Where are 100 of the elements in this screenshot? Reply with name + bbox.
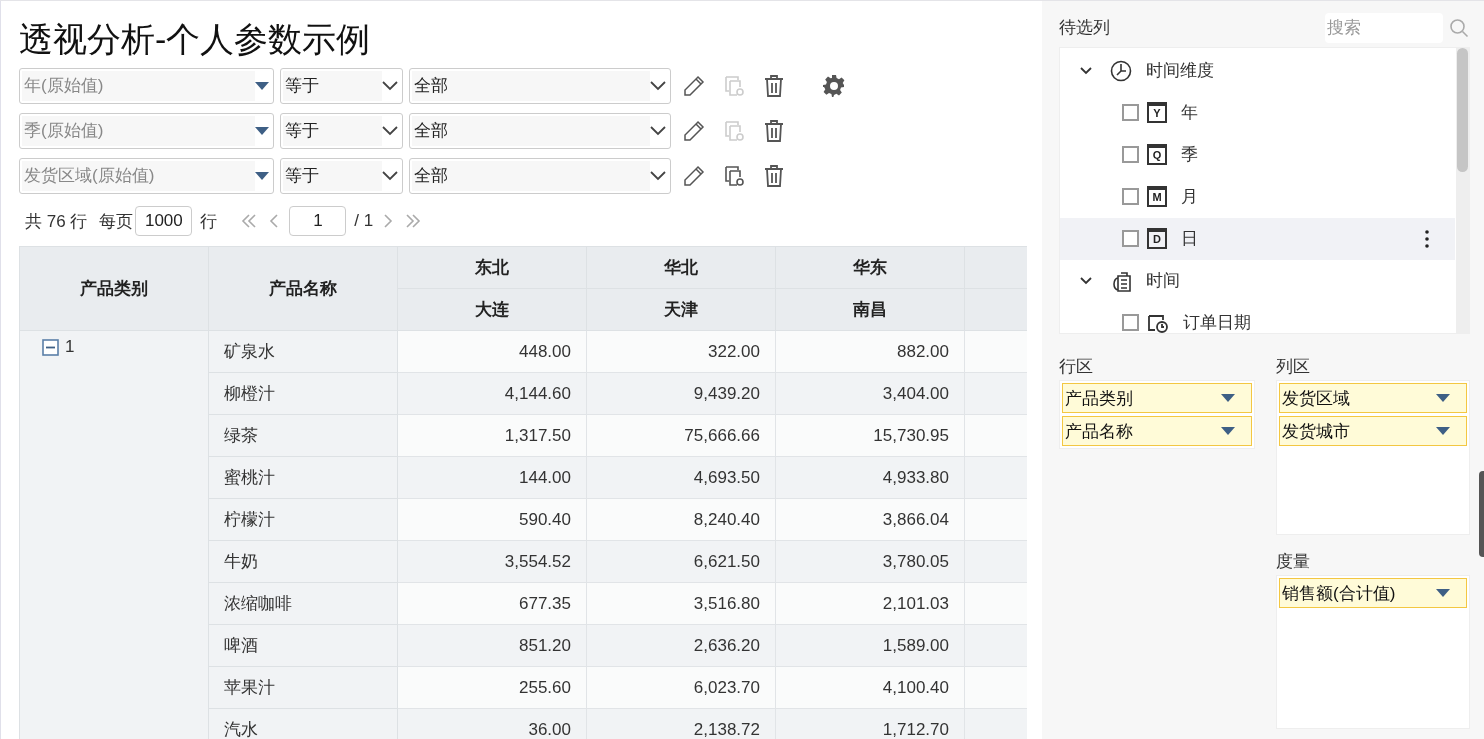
table-cell: 3,516.80 — [586, 582, 776, 625]
table-cell: 322.00 — [586, 330, 776, 373]
dropdown-arrow-icon — [255, 171, 269, 180]
side-handle[interactable] — [1479, 471, 1484, 557]
table-cell: 4,100.40 — [775, 666, 965, 709]
trash-icon — [763, 118, 785, 143]
dropdown-arrow-icon — [255, 81, 269, 90]
pencil-icon — [682, 73, 706, 98]
table-cell: 3,866.04 — [775, 498, 965, 541]
page-total-text: / 1 — [354, 211, 374, 231]
table-cell: 75,666.66 — [586, 414, 776, 457]
dropdown-arrow-icon — [255, 126, 269, 135]
table-cell: 6,621.50 — [586, 540, 776, 583]
pencil-icon — [682, 163, 706, 188]
table-cell: 牛奶 — [208, 540, 398, 583]
checkbox[interactable] — [1122, 104, 1139, 122]
page-title: 透视分析-个人参数示例 — [19, 19, 372, 59]
table-cell: 浓缩咖啡 — [208, 582, 398, 625]
operator-select[interactable]: 等于 — [280, 67, 403, 104]
chevron-icon — [1080, 66, 1092, 75]
table-cell: 448.00 — [397, 330, 587, 373]
table-cell: 15,730.95 — [775, 414, 965, 457]
tree-item[interactable]: D 日 — [1060, 217, 1455, 260]
chevron-down-icon — [382, 80, 398, 91]
trash-icon — [763, 163, 785, 188]
table-cell: 1 — [19, 330, 209, 739]
calendar-letter-icon: D — [1147, 228, 1167, 250]
tree-item[interactable]: Q 季 — [1060, 133, 1455, 176]
field-chip[interactable]: 销售额(合计值) — [1279, 578, 1467, 608]
column-header: 华东 — [775, 246, 965, 289]
chevron-down-icon — [650, 125, 666, 136]
table-cell: 蜜桃汁 — [208, 456, 398, 499]
checkbox[interactable] — [1122, 314, 1139, 332]
chevron-left-icon — [269, 213, 280, 229]
column-header: 大连 — [397, 288, 587, 331]
table-cell: 255.60 — [397, 666, 587, 709]
table-cell: 9,439.20 — [586, 372, 776, 415]
table-cell: 2,138.72 — [586, 708, 776, 739]
value-select[interactable]: 全部 — [409, 112, 671, 149]
table-cell: 144.00 — [397, 456, 587, 499]
page-size-field[interactable]: 1000 — [135, 206, 193, 236]
tree-item[interactable]: M 月 — [1060, 175, 1455, 218]
field-chip[interactable]: 产品类别 — [1062, 383, 1252, 413]
more-icon[interactable] — [1425, 229, 1429, 248]
copy-gear-icon — [722, 73, 746, 98]
page-number-field[interactable]: 1 — [289, 206, 347, 236]
table-cell: 36.00 — [397, 708, 587, 739]
tree-item[interactable]: 订单日期 — [1060, 301, 1455, 333]
operator-select[interactable]: 等于 — [280, 157, 403, 194]
total-rows-text: 共 76 行 — [25, 210, 88, 233]
field-chip[interactable]: 发货区域 — [1279, 383, 1467, 413]
table-cell: 3,554.52 — [397, 540, 587, 583]
zone-title: 列区 — [1276, 355, 1310, 378]
table-cell: 苹果汁 — [208, 666, 398, 709]
table-cell: 1,589.00 — [775, 624, 965, 667]
scrollbar[interactable] — [1456, 47, 1469, 333]
table-cell: 4,933.80 — [775, 456, 965, 499]
dropdown-arrow-icon — [1221, 394, 1235, 402]
settings-icon — [822, 73, 846, 98]
calendar-letter-icon: Q — [1147, 144, 1167, 166]
collapse-icon[interactable] — [42, 338, 59, 356]
value-select[interactable]: 全部 — [409, 157, 671, 194]
table-cell: 矿泉水 — [208, 330, 398, 373]
chevron-down-icon — [382, 125, 398, 136]
checkbox[interactable] — [1122, 146, 1139, 164]
table-cell: 6,023.70 — [586, 666, 776, 709]
table-cell: 4,144.60 — [397, 372, 587, 415]
double-chevron-right-icon — [405, 213, 422, 229]
table-cell: 柠檬汁 — [208, 498, 398, 541]
tree-item[interactable]: Y 年 — [1060, 91, 1455, 134]
column-header: 天津 — [586, 288, 776, 331]
dropdown-arrow-icon — [1436, 394, 1450, 402]
table-cell: 8,240.40 — [586, 498, 776, 541]
copy-gear-icon — [722, 163, 746, 188]
table-cell: 851.20 — [397, 624, 587, 667]
operator-select[interactable]: 等于 — [280, 112, 403, 149]
column-header: 华北 — [586, 246, 776, 289]
table-cell: 1,317.50 — [397, 414, 587, 457]
tree-item[interactable]: 时间维度 — [1060, 49, 1455, 92]
table-cell: 汽水 — [208, 708, 398, 739]
table-cell: 1,712.70 — [775, 708, 965, 739]
zone-title: 度量 — [1276, 550, 1310, 573]
calendar-letter-icon: M — [1147, 186, 1167, 208]
chevron-icon — [1080, 276, 1092, 285]
table-cell: 3,404.00 — [775, 372, 965, 415]
trash-icon — [763, 73, 785, 98]
tree-item[interactable]: 时间 — [1060, 259, 1455, 302]
checkbox[interactable] — [1122, 188, 1139, 206]
checkbox[interactable] — [1122, 230, 1139, 248]
search-field[interactable]: 搜索 — [1325, 12, 1443, 43]
field-chip[interactable]: 发货城市 — [1279, 416, 1467, 446]
double-chevron-left-icon — [241, 213, 258, 229]
value-select[interactable]: 全部 — [409, 67, 671, 104]
table-cell: 2,101.03 — [775, 582, 965, 625]
column-header: 东北 — [397, 246, 587, 289]
column-header: 南昌 — [775, 288, 965, 331]
dropdown-arrow-icon — [1436, 589, 1450, 597]
search-icon — [1449, 17, 1469, 38]
field-chip[interactable]: 产品名称 — [1062, 416, 1252, 446]
dropdown-arrow-icon — [1221, 427, 1235, 435]
